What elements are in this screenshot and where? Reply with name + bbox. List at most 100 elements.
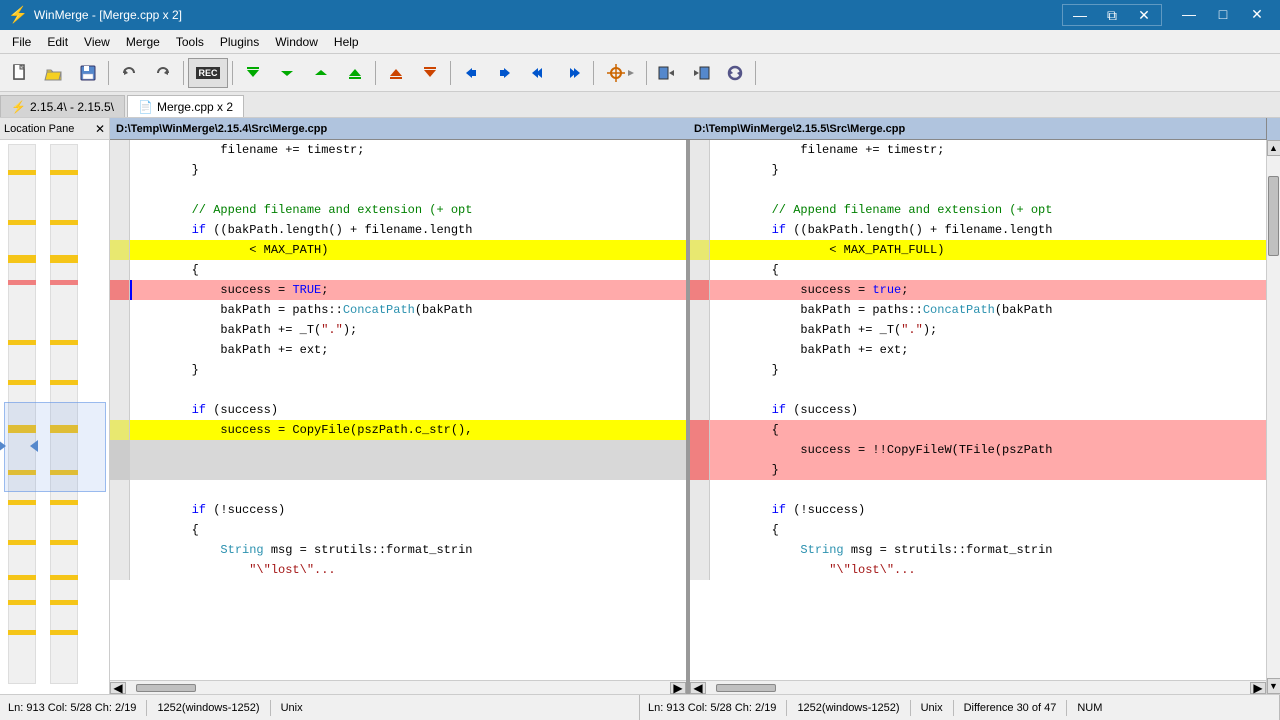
diff-marker-11l <box>8 575 36 580</box>
code-line: if (success) <box>110 400 686 420</box>
left-hscroll-track[interactable] <box>126 683 670 693</box>
open-left-button[interactable] <box>651 58 683 88</box>
location-pane-close[interactable]: ✕ <box>95 122 105 136</box>
diff-marker-9r <box>50 500 78 505</box>
open-right-button[interactable] <box>685 58 717 88</box>
menu-view[interactable]: View <box>76 30 118 53</box>
code-line-empty <box>110 440 686 460</box>
prev-conflict-button[interactable] <box>380 58 412 88</box>
diff-marker-4r <box>50 280 78 285</box>
refresh-button[interactable] <box>719 58 751 88</box>
diff-marker-9l <box>8 500 36 505</box>
left-hscroll-thumb[interactable] <box>136 684 196 692</box>
diff-marker-2l <box>8 220 36 225</box>
next-diff-button[interactable] <box>305 58 337 88</box>
right-hscroll[interactable]: ◀ ▶ <box>690 680 1266 694</box>
close-btn[interactable]: ✕ <box>1242 4 1272 24</box>
right-code-area[interactable]: filename += timestr; } // Append filenam… <box>690 140 1266 680</box>
copy-all-left-button[interactable] <box>523 58 555 88</box>
file-headers: D:\Temp\WinMerge\2.15.4\Src\Merge.cpp D:… <box>110 118 1280 140</box>
menu-help[interactable]: Help <box>326 30 367 53</box>
location-pane-label: Location Pane <box>4 123 74 135</box>
left-line-col: Ln: 913 Col: 5/28 Ch: 2/19 <box>8 702 136 714</box>
left-eol: Unix <box>281 702 303 714</box>
vscroll-thumb[interactable] <box>1268 176 1279 256</box>
toolbar-sep-6 <box>593 61 594 85</box>
vertical-scrollbar[interactable]: ▲ ▼ <box>1266 140 1280 694</box>
right-hscroll-track[interactable] <box>706 683 1250 693</box>
inner-restore-btn[interactable]: ⧉ <box>1097 5 1127 25</box>
code-line: if ((bakPath.length() + filename.length <box>110 220 686 240</box>
menu-edit[interactable]: Edit <box>39 30 76 53</box>
rec-button[interactable]: REC <box>188 58 228 88</box>
menu-tools[interactable]: Tools <box>168 30 212 53</box>
location-pane: Location Pane ✕ <box>0 118 110 694</box>
toolbar: REC <box>0 54 1280 92</box>
code-line <box>690 180 1266 200</box>
inner-close-btn[interactable]: ✕ <box>1129 5 1159 25</box>
prev-diff-button[interactable] <box>271 58 303 88</box>
right-hscroll-left-btn[interactable]: ◀ <box>690 682 706 694</box>
toolbar-sep-1 <box>108 61 109 85</box>
copy-to-right-button[interactable] <box>489 58 521 88</box>
menu-plugins[interactable]: Plugins <box>212 30 267 53</box>
maximize-btn[interactable]: □ <box>1208 4 1238 24</box>
code-line-diff-pink-3: } <box>690 460 1266 480</box>
left-hscroll[interactable]: ◀ ▶ <box>110 680 686 694</box>
diff-status: Difference 30 of 47 <box>964 702 1057 714</box>
diff-marker-12r <box>50 600 78 605</box>
vscroll-track[interactable] <box>1267 156 1280 678</box>
diff-marker-13r <box>50 630 78 635</box>
code-line: bakPath += _T("."); <box>110 320 686 340</box>
diff-marker-1r <box>50 170 78 175</box>
tab-file-compare[interactable]: 📄 Merge.cpp x 2 <box>127 95 244 117</box>
diff-marker-3r <box>50 255 78 263</box>
right-file-header: D:\Temp\WinMerge\2.15.5\Src\Merge.cpp <box>688 118 1266 140</box>
diff-marker-11r <box>50 575 78 580</box>
right-hscroll-right-btn[interactable]: ▶ <box>1250 682 1266 694</box>
menu-merge[interactable]: Merge <box>118 30 168 53</box>
last-diff-button[interactable] <box>339 58 371 88</box>
tab-folder-compare[interactable]: ⚡ 2.15.4\ - 2.15.5\ <box>0 95 125 117</box>
tab-folder-label: 2.15.4\ - 2.15.5\ <box>30 100 114 114</box>
right-file-path: D:\Temp\WinMerge\2.15.5\Src\Merge.cpp <box>694 123 905 135</box>
copy-to-left-button[interactable] <box>455 58 487 88</box>
toolbar-sep-2 <box>183 61 184 85</box>
right-hscroll-thumb[interactable] <box>716 684 776 692</box>
tab-file-label: Merge.cpp x 2 <box>157 100 233 114</box>
vscroll-down-btn[interactable]: ▼ <box>1267 678 1280 694</box>
open-button[interactable] <box>38 58 70 88</box>
first-diff-button[interactable] <box>237 58 269 88</box>
left-hscroll-left-btn[interactable]: ◀ <box>110 682 126 694</box>
code-line: { <box>690 260 1266 280</box>
inner-minimize-btn[interactable]: — <box>1065 5 1095 25</box>
code-line: bakPath = paths::ConcatPath(bakPath <box>690 300 1266 320</box>
code-line: } <box>690 360 1266 380</box>
code-line: } <box>110 360 686 380</box>
minimize-btn[interactable]: — <box>1174 4 1204 24</box>
redo-button[interactable] <box>147 58 179 88</box>
copy-all-right-button[interactable] <box>557 58 589 88</box>
left-code-area[interactable]: filename += timestr; } <box>110 140 686 680</box>
next-conflict-button[interactable] <box>414 58 446 88</box>
code-line-diff-red: success = TRUE; <box>110 280 686 300</box>
code-line: bakPath += ext; <box>690 340 1266 360</box>
toolbar-sep-4 <box>375 61 376 85</box>
app-icon: ⚡ <box>8 5 28 25</box>
options-button[interactable] <box>598 58 642 88</box>
tab-folder-icon: ⚡ <box>11 100 26 114</box>
menu-file[interactable]: File <box>4 30 39 53</box>
code-line: bakPath += ext; <box>110 340 686 360</box>
save-button[interactable] <box>72 58 104 88</box>
new-button[interactable] <box>4 58 36 88</box>
diff-marker-6l <box>8 380 36 385</box>
left-encoding: 1252(windows-1252) <box>157 702 259 714</box>
code-line: { <box>690 520 1266 540</box>
left-hscroll-right-btn[interactable]: ▶ <box>670 682 686 694</box>
code-line-diff-red-r: success = true; <box>690 280 1266 300</box>
status-sep-5 <box>953 700 954 716</box>
vscroll-up-btn[interactable]: ▲ <box>1267 140 1280 156</box>
titlebar: ⚡ WinMerge - [Merge.cpp x 2] — ⧉ ✕ — □ ✕ <box>0 0 1280 30</box>
menu-window[interactable]: Window <box>267 30 326 53</box>
undo-button[interactable] <box>113 58 145 88</box>
